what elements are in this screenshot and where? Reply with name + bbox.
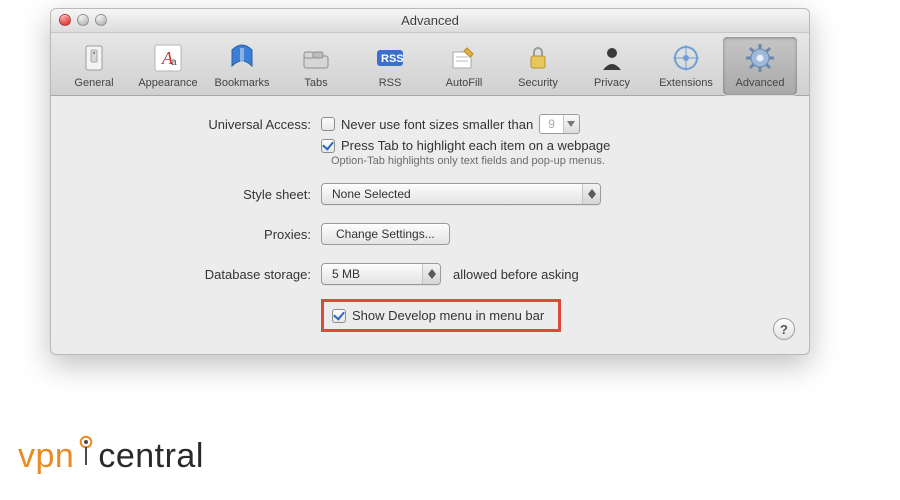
preferences-window: Advanced General Aa Appearance Bookmarks…	[50, 8, 810, 355]
row-database: Database storage: 5 MB allowed before as…	[91, 263, 769, 285]
label-press-tab: Press Tab to highlight each item on a we…	[341, 138, 610, 153]
label-develop-menu: Show Develop menu in menu bar	[352, 308, 544, 323]
row-develop: Show Develop menu in menu bar	[91, 299, 769, 332]
stepper-font-size[interactable]: 9	[539, 114, 580, 134]
gear-icon	[743, 41, 777, 75]
label-never-smaller: Never use font sizes smaller than	[341, 117, 533, 132]
font-icon: Aa	[151, 41, 185, 75]
tab-general[interactable]: General	[57, 37, 131, 95]
zoom-button[interactable]	[95, 14, 107, 26]
tab-rss[interactable]: RSS RSS	[353, 37, 427, 95]
tabs-icon	[299, 41, 333, 75]
tab-autofill[interactable]: AutoFill	[427, 37, 501, 95]
help-button[interactable]: ?	[773, 318, 795, 340]
tab-tabs[interactable]: Tabs	[279, 37, 353, 95]
tab-bookmarks[interactable]: Bookmarks	[205, 37, 279, 95]
tab-security[interactable]: Security	[501, 37, 575, 95]
checkbox-never-smaller[interactable]	[321, 117, 335, 131]
person-icon	[595, 41, 629, 75]
svg-text:a: a	[171, 57, 177, 68]
puzzle-icon	[669, 41, 703, 75]
checkbox-develop-menu[interactable]	[332, 309, 346, 323]
chevron-down-icon[interactable]	[563, 115, 579, 133]
row-stylesheet: Style sheet: None Selected	[91, 183, 769, 205]
lock-icon	[521, 41, 555, 75]
titlebar[interactable]: Advanced	[51, 9, 809, 33]
row-press-tab: Press Tab to highlight each item on a we…	[91, 138, 769, 153]
traffic-lights	[59, 14, 107, 26]
switch-icon	[77, 41, 111, 75]
row-universal-access: Universal Access: Never use font sizes s…	[91, 114, 769, 134]
minimize-button[interactable]	[77, 14, 89, 26]
window-title: Advanced	[401, 13, 459, 28]
updown-arrows-icon	[582, 184, 600, 204]
button-change-settings[interactable]: Change Settings...	[321, 223, 450, 245]
label-database: Database storage:	[91, 267, 321, 282]
close-button[interactable]	[59, 14, 71, 26]
pencil-form-icon	[447, 41, 481, 75]
tab-advanced[interactable]: Advanced	[723, 37, 797, 95]
tab-privacy[interactable]: Privacy	[575, 37, 649, 95]
popup-stylesheet[interactable]: None Selected	[321, 183, 601, 205]
book-icon	[225, 41, 259, 75]
updown-arrows-icon	[422, 264, 440, 284]
popup-database-size[interactable]: 5 MB	[321, 263, 441, 285]
tab-appearance[interactable]: Aa Appearance	[131, 37, 205, 95]
preferences-toolbar: General Aa Appearance Bookmarks Tabs RSS…	[51, 33, 809, 96]
row-proxies: Proxies: Change Settings...	[91, 223, 769, 245]
label-universal-access: Universal Access:	[91, 117, 321, 132]
label-proxies: Proxies:	[91, 227, 321, 242]
helper-press-tab: Option-Tab highlights only text fields a…	[331, 155, 769, 167]
rss-icon: RSS	[373, 41, 407, 75]
tab-extensions[interactable]: Extensions	[649, 37, 723, 95]
highlight-develop-menu: Show Develop menu in menu bar	[321, 299, 561, 332]
checkbox-press-tab[interactable]	[321, 139, 335, 153]
label-database-trailing: allowed before asking	[453, 267, 579, 282]
label-stylesheet: Style sheet:	[91, 187, 321, 202]
watermark-vpncentral: vpn central	[18, 435, 204, 478]
svg-text:RSS: RSS	[381, 53, 404, 65]
pin-icon	[78, 435, 94, 478]
content-pane: Universal Access: Never use font sizes s…	[51, 96, 809, 354]
